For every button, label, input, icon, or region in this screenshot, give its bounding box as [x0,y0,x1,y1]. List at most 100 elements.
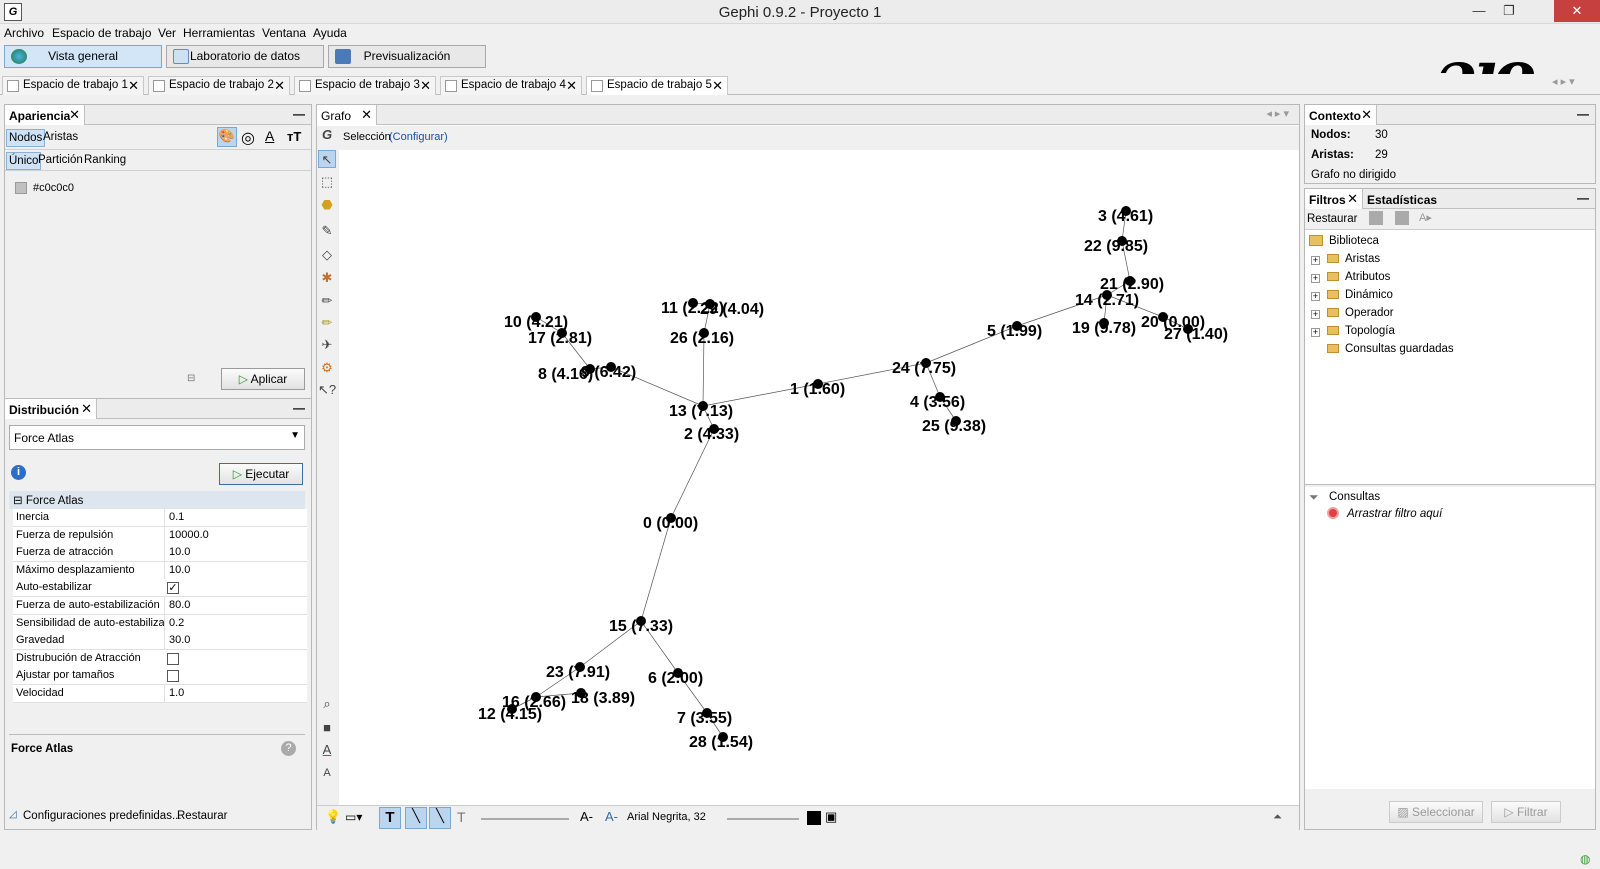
property-row[interactable]: Inercia 0.1 [13,509,307,527]
tab-unico[interactable]: Único [6,152,42,170]
property-row[interactable]: Auto-estabilizar ✓ [13,579,307,598]
help-icon[interactable]: ? [281,741,296,756]
menu-herramientas[interactable]: Herramientas [183,26,255,40]
expand-icon[interactable]: + [1311,328,1320,337]
label-color-icon[interactable]: A [265,128,274,144]
layout-algorithm-select[interactable]: Force Atlas ▼ [9,425,305,450]
mode-previsualizacion[interactable]: Previsualización [328,45,486,68]
edge-color-icon[interactable]: ╲ [429,807,451,829]
expand-icon[interactable]: + [1311,292,1320,301]
expand-icon[interactable]: + [1311,274,1320,283]
minimize-panel-icon[interactable]: — [1577,191,1589,205]
pointer-icon[interactable]: ↖ [318,150,336,168]
mode-laboratorio-de-datos[interactable]: Laboratorio de datos [166,45,324,68]
property-checkbox[interactable]: ✓ [167,582,179,595]
property-row[interactable]: Fuerza de repulsión 10000.0 [13,526,307,545]
property-checkbox[interactable] [167,652,179,665]
apply-button[interactable]: ▷ Aplicar [221,368,305,390]
painter-icon[interactable]: ✱ [318,269,336,287]
attributes-icon[interactable]: ▣ [825,809,837,825]
property-row[interactable]: Distrubución de Atracción [13,649,307,668]
expand-icon[interactable]: + [1311,256,1320,265]
library-item-operador[interactable]: Operador [1327,307,1394,319]
filters-reset-button[interactable]: Restaurar [1307,213,1358,225]
rect-select-icon[interactable]: ⬚ [318,173,336,191]
tab-filtros[interactable]: Filtros ✕ [1305,189,1363,209]
minimize-panel-icon[interactable]: — [1577,107,1589,121]
link-icon[interactable]: ⊟ [187,373,195,384]
screenshot-icon[interactable]: ▭▾ [345,810,362,824]
menu-espacio-de-trabajo[interactable]: Espacio de trabajo [52,26,151,40]
lasso-icon[interactable]: ⬣ [318,196,336,214]
label-scale-icon[interactable]: T [457,809,466,825]
close-window-icon[interactable]: ✕ [1554,0,1600,22]
workspace-tab-3[interactable]: Espacio de trabajo 3 ✕ [294,76,436,95]
expand-icon[interactable]: + [1311,310,1320,319]
properties-section[interactable]: ⊟ Force Atlas [9,491,305,509]
minimize-panel-icon[interactable]: — [293,107,305,121]
export-filter-icon[interactable] [1395,211,1409,225]
property-row[interactable]: Fuerza de atracción 10.0 [13,544,307,563]
reset-link[interactable]: Restaurar [177,810,228,822]
tab-aristas[interactable]: Aristas [43,131,78,143]
size-icon[interactable]: ◎ [241,128,255,148]
select-button[interactable]: ▨ Seleccionar [1389,801,1483,823]
presets-link[interactable]: Configuraciones predefinidas... [23,810,182,822]
close-icon[interactable]: ✕ [128,77,139,94]
collapse-icon[interactable]: ⏶ [1273,811,1282,824]
workspace-tab-1[interactable]: Espacio de trabajo 1 ✕ [2,76,144,95]
close-icon[interactable]: ✕ [420,77,431,94]
library-node[interactable]: Biblioteca [1309,235,1379,247]
property-value[interactable]: 10.0 [164,544,307,563]
graph-canvas[interactable]: 3 (4.61)22 (9.85)21 (2.90)14 (2.71)20 (0… [340,151,1298,805]
property-value[interactable]: 0.1 [164,509,307,527]
tab-particion[interactable]: Partición [38,154,83,166]
workspace-tab-4[interactable]: Espacio de trabajo 4 ✕ [440,76,582,95]
library-item-topologia[interactable]: Topología [1327,325,1395,337]
workspace-tab-5[interactable]: Espacio de trabajo 5 ✕ [586,76,728,95]
property-row[interactable]: Gravedad 30.0 [13,632,307,651]
property-value[interactable]: 1.0 [164,685,307,703]
tab-nav-arrows[interactable]: ◂ ▸ ▾ [1552,75,1575,88]
help-pointer-icon[interactable]: ↖? [318,381,336,399]
property-value[interactable]: 80.0 [164,597,307,615]
tab-estadisticas[interactable]: Estadísticas [1367,193,1437,207]
font-size-slider[interactable] [727,818,799,820]
label-color-swatch[interactable] [807,811,821,825]
background-color-icon[interactable]: ■ [318,719,336,737]
property-checkbox[interactable] [167,670,179,683]
show-edges-icon[interactable]: ╲ [405,807,427,829]
increase-font-icon[interactable]: A- [605,809,618,824]
mode-vista-general[interactable]: Vista general [4,45,162,68]
tab-grafo[interactable]: Grafo ✕ [317,105,377,125]
gear-icon[interactable]: ⚙ [318,359,336,377]
library-item-aristas[interactable]: Aristas [1327,253,1380,265]
tab-nodos[interactable]: Nodos [6,129,46,147]
diamond-icon[interactable]: ◇ [318,246,336,264]
property-row[interactable]: Fuerza de auto-estabilización 80.0 [13,597,307,615]
property-row[interactable]: Velocidad 1.0 [13,685,307,703]
font-label[interactable]: Arial Negrita, 32 [627,811,706,823]
label-color-tool-icon[interactable]: A [318,741,336,759]
rename-icon[interactable]: A▸ [1419,211,1432,224]
brush-icon[interactable]: ✎ [318,222,336,240]
tab-contexto[interactable]: Contexto ✕ [1305,105,1377,125]
library-item-consultas-guardadas[interactable]: Consultas guardadas [1327,343,1454,355]
zoom-fit-icon[interactable]: ⌕ [318,695,336,713]
pencil-icon[interactable]: ✏ [318,292,336,310]
edge-pencil-icon[interactable]: ✏ [318,314,336,332]
color-swatch[interactable] [15,182,27,194]
property-value[interactable]: 10000.0 [164,526,307,545]
close-icon[interactable]: ✕ [274,77,285,94]
tab-ranking[interactable]: Ranking [84,154,126,166]
close-icon[interactable]: ✕ [566,77,577,94]
property-value[interactable]: 10.0 [164,561,307,580]
tab-apariencia[interactable]: Apariencia ✕ [5,105,85,125]
property-value[interactable]: 30.0 [164,632,307,651]
palette-icon[interactable]: 🎨 [217,127,237,147]
library-item-dinamico[interactable]: Dinámico [1327,289,1393,301]
label-size-tool-icon[interactable]: A [318,764,336,782]
show-labels-icon[interactable]: T [379,807,401,829]
menu-ayuda[interactable]: Ayuda [313,26,347,40]
menu-ventana[interactable]: Ventana [262,26,306,40]
